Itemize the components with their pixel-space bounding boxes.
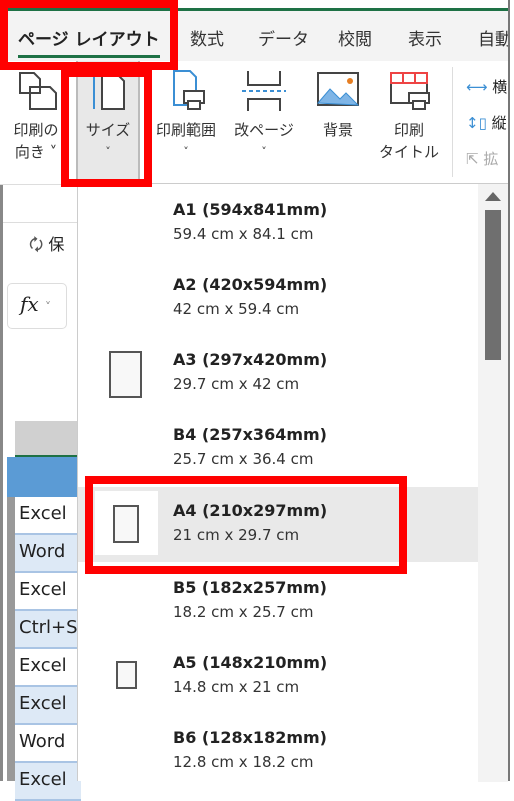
option-name: A5 (148x210mm) — [173, 653, 328, 672]
fx-label: fx — [20, 292, 39, 316]
page-icon — [116, 661, 137, 689]
option-name: B4 (257x364mm) — [173, 425, 327, 444]
table-row[interactable]: Excel — [15, 649, 81, 687]
option-dimensions: 42 cm x 59.4 cm — [173, 300, 300, 318]
option-dimensions: 25.7 cm x 36.4 cm — [173, 450, 314, 468]
option-name: A3 (297x420mm) — [173, 350, 328, 369]
option-dimensions: 21 cm x 29.7 cm — [173, 526, 300, 544]
size-button[interactable]: サイズ ˅ — [76, 61, 140, 179]
option-dimensions: 14.8 cm x 21 cm — [173, 678, 300, 696]
size-option-a2[interactable]: A2 (420x594mm) 42 cm x 59.4 cm — [78, 259, 479, 334]
ribbon-lower — [3, 185, 80, 223]
ribbon-separator — [452, 67, 453, 177]
column-header[interactable] — [15, 421, 81, 457]
page-size-icon — [93, 72, 125, 110]
height-control[interactable]: ↕▯ 縦 — [466, 105, 507, 141]
table-row[interactable]: Excel — [15, 497, 81, 535]
title-bar-edge — [0, 0, 514, 11]
scrollbar[interactable] — [478, 184, 508, 782]
option-dimensions: 12.8 cm x 18.2 cm — [173, 753, 314, 771]
size-option-a4[interactable]: A4 (210x297mm) 21 cm x 29.7 cm — [78, 487, 479, 562]
page-icon — [109, 351, 142, 398]
save-sync-icon: 🗘 — [29, 235, 44, 254]
scrollbar-thumb[interactable] — [485, 210, 501, 360]
table-row[interactable]: Word — [15, 535, 81, 573]
option-dimensions: 29.7 cm x 42 cm — [173, 375, 300, 393]
width-label: 横 — [492, 78, 508, 96]
table-row[interactable]: Excel — [15, 687, 81, 725]
row-headers[interactable] — [7, 497, 15, 781]
table-row[interactable]: Word — [15, 725, 81, 763]
chevron-down-icon: ˅ — [105, 145, 111, 158]
scale-icon: ⇱ — [466, 150, 479, 168]
option-dimensions: 18.2 cm x 25.7 cm — [173, 603, 314, 621]
option-name: A1 (594x841mm) — [173, 200, 328, 219]
orientation-button[interactable]: 印刷の 向き ˅ — [8, 69, 64, 163]
scale-group: ⟷ 横 ↕▯ 縦 ⇱ 拡 — [466, 69, 507, 177]
scroll-up-icon[interactable] — [485, 192, 501, 201]
print-titles-label: 印刷 — [393, 121, 424, 139]
tab-formulas[interactable]: 数式 — [190, 25, 224, 50]
table-row[interactable]: Excel — [15, 763, 81, 801]
tab-page-layout[interactable]: ページ レイアウト — [18, 25, 160, 58]
height-label: 縦 — [491, 114, 507, 132]
orientation-label: 印刷の — [13, 121, 59, 139]
chevron-down-icon: ˅ — [183, 145, 189, 158]
size-option-a1[interactable]: A1 (594x841mm) 59.4 cm x 84.1 cm — [78, 184, 479, 259]
size-label: サイズ — [85, 121, 131, 139]
option-name: A2 (420x594mm) — [173, 275, 328, 294]
size-option-b6[interactable]: B6 (128x182mm) 12.8 cm x 18.2 cm — [78, 712, 479, 787]
size-option-a3[interactable]: A3 (297x420mm) 29.7 cm x 42 cm — [78, 334, 479, 409]
width-control[interactable]: ⟷ 横 — [466, 69, 507, 105]
orientation-icon — [19, 72, 57, 110]
autosave-button[interactable]: 🗘 保 — [29, 231, 64, 261]
size-option-b5[interactable]: B5 (182x257mm) 18.2 cm x 25.7 cm — [78, 562, 479, 637]
window-edge — [508, 0, 514, 781]
table-header-row[interactable] — [7, 457, 81, 497]
option-dimensions: 59.4 cm x 84.1 cm — [173, 225, 314, 243]
print-titles-button[interactable]: 印刷 タイトル — [376, 69, 442, 163]
spreadsheet-area: 🗘 保 fx ˅ Excel Word Excel Ctrl+S Excel E… — [0, 185, 81, 801]
option-name: B6 (128x182mm) — [173, 728, 327, 747]
fx-button[interactable]: fx ˅ — [7, 283, 67, 329]
option-name: B5 (182x257mm) — [173, 578, 327, 597]
tab-view[interactable]: 表示 — [408, 25, 442, 50]
width-icon: ⟷ — [466, 78, 488, 96]
chevron-down-icon: ˅ — [261, 145, 267, 158]
scale-control[interactable]: ⇱ 拡 — [466, 141, 507, 177]
print-area-button[interactable]: 印刷範囲 ˅ — [148, 69, 224, 163]
print-area-icon — [173, 70, 205, 110]
size-option-b4[interactable]: B4 (257x364mm) 25.7 cm x 36.4 cm — [78, 409, 479, 484]
table-row[interactable]: Ctrl+S — [15, 611, 81, 649]
tab-automate[interactable]: 自動 — [478, 25, 512, 50]
page-break-icon — [242, 71, 286, 111]
tab-data[interactable]: データ — [258, 25, 309, 50]
ribbon: 印刷の 向き ˅ サイズ ˅ 印刷範囲 ˅ 改ページ ˅ 背景 印刷 タイトル … — [0, 61, 514, 185]
chevron-down-icon: ˅ — [45, 300, 52, 314]
print-titles-label-2: タイトル — [378, 143, 439, 161]
option-name: A4 (210x297mm) — [173, 501, 328, 520]
size-option-a5[interactable]: A5 (148x210mm) 14.8 cm x 21 cm — [78, 637, 479, 712]
tab-review[interactable]: 校閲 — [338, 25, 372, 50]
orientation-label-2: 向き ˅ — [14, 143, 58, 161]
breaks-button[interactable]: 改ページ ˅ — [228, 69, 300, 163]
print-area-label: 印刷範囲 — [155, 121, 216, 139]
table-row[interactable]: Excel — [15, 573, 81, 611]
save-label: 保 — [48, 235, 65, 254]
print-titles-icon — [390, 72, 430, 110]
height-icon: ↕▯ — [466, 114, 487, 132]
scale-label: 拡 — [483, 150, 499, 168]
background-image-icon — [316, 72, 360, 106]
size-dropdown-menu: A1 (594x841mm) 59.4 cm x 84.1 cm A2 (420x… — [77, 183, 508, 782]
background-button[interactable]: 背景 — [310, 69, 366, 141]
page-icon — [113, 505, 139, 543]
breaks-label: 改ページ — [234, 121, 294, 139]
background-label: 背景 — [322, 121, 353, 139]
ribbon-tabs: ページ レイアウト 数式 データ 校閲 表示 自動 — [0, 11, 514, 61]
